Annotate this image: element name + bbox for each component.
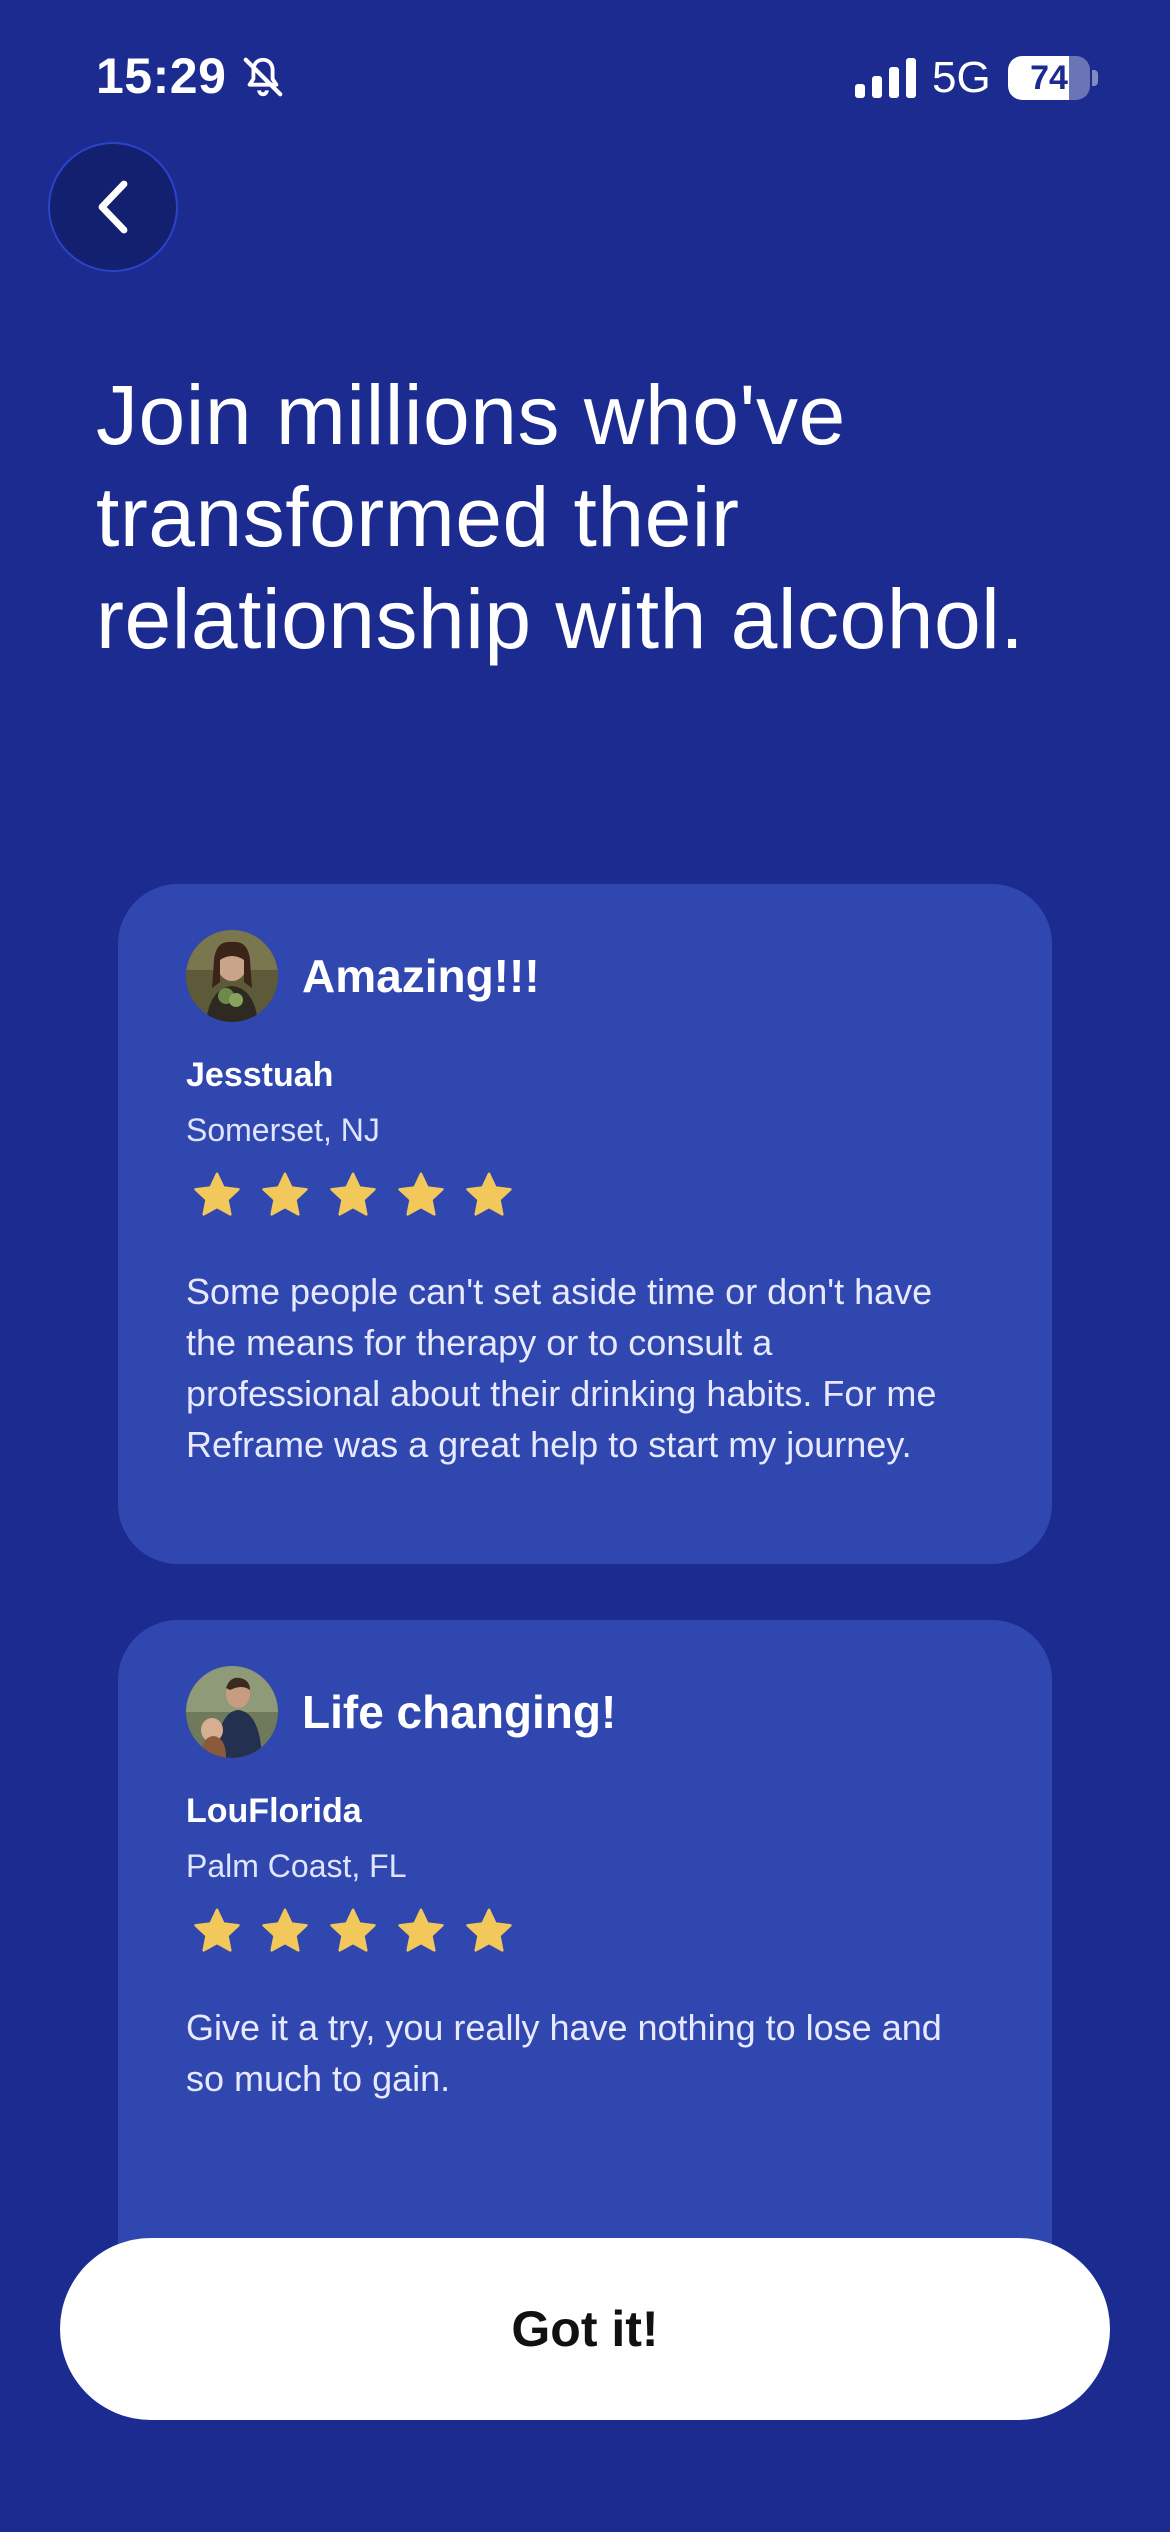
star-icon: [262, 1172, 308, 1216]
star-icon: [194, 1908, 240, 1952]
review-card: Amazing!!! Jesstuah Somerset, NJ Some pe…: [118, 884, 1052, 1564]
network-label: 5G: [932, 53, 991, 102]
star-rating: [192, 1906, 514, 1956]
status-time: 15:29: [96, 48, 227, 104]
signal-bars-icon: [855, 58, 916, 98]
back-button[interactable]: [48, 142, 178, 272]
avatar: [186, 930, 278, 1022]
bell-slash-icon: [243, 57, 283, 97]
page-title: Join millions who've transformed their r…: [96, 368, 1025, 666]
star-icon: [330, 1172, 376, 1216]
review-header: Amazing!!!: [186, 930, 540, 1022]
avatar: [186, 1666, 278, 1758]
battery-percent: 74: [1030, 59, 1068, 97]
chevron-left-icon: [98, 180, 128, 234]
review-title: Amazing!!!: [302, 950, 540, 1002]
star-icon: [398, 1908, 444, 1952]
reviewer-location: Somerset, NJ: [186, 1112, 380, 1148]
status-bar: 15:29 5G 74: [0, 0, 1170, 140]
got-it-button[interactable]: Got it!: [60, 2238, 1110, 2420]
star-icon: [194, 1172, 240, 1216]
reviewer-name: LouFlorida: [186, 1792, 362, 1830]
review-text: Give it a try, you really have nothing t…: [186, 2007, 942, 2099]
star-icon: [262, 1908, 308, 1952]
battery-nub: [1092, 70, 1098, 86]
star-icon: [466, 1172, 512, 1216]
star-icon: [330, 1908, 376, 1952]
star-icon: [466, 1908, 512, 1952]
review-title: Life changing!: [302, 1686, 617, 1738]
reviewer-location: Palm Coast, FL: [186, 1848, 407, 1884]
reviewer-name: Jesstuah: [186, 1056, 334, 1094]
battery-icon: 74: [1008, 56, 1090, 100]
star-icon: [398, 1172, 444, 1216]
review-text: Some people can't set aside time or don'…: [186, 1271, 937, 1465]
star-rating: [192, 1170, 514, 1220]
review-header: Life changing!: [186, 1666, 616, 1758]
